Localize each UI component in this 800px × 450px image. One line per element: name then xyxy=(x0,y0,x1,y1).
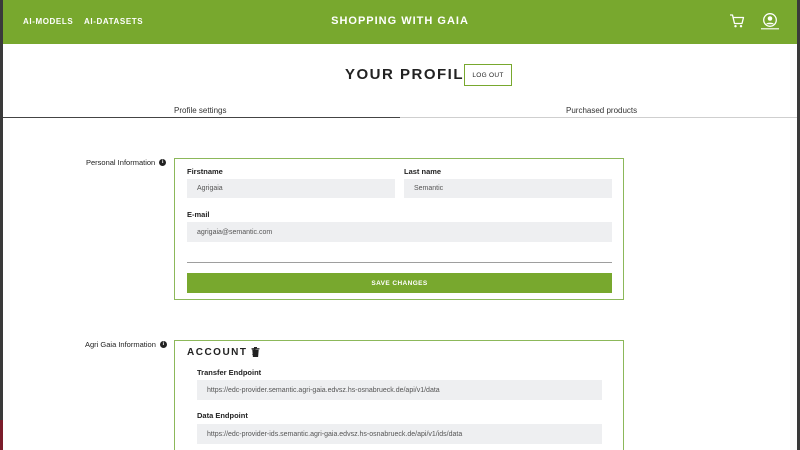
transfer-endpoint-input[interactable]: https://edc-provider.semantic.agri-gaia.… xyxy=(197,380,602,400)
tab-indicator-active xyxy=(3,117,400,118)
email-label: E-mail xyxy=(187,210,210,219)
tab-profile-settings[interactable]: Profile settings xyxy=(174,106,226,115)
trash-icon[interactable] xyxy=(251,347,260,357)
agri-gaia-info-label-text: Agri Gaia Information xyxy=(85,340,156,349)
page-title: YOUR PROFILE xyxy=(345,66,476,83)
info-icon[interactable]: i xyxy=(159,341,167,348)
data-endpoint-input[interactable]: https://edc-provider-ids.semantic.agri-g… xyxy=(197,424,602,444)
tab-indicator-inactive xyxy=(400,117,797,118)
data-endpoint-label: Data Endpoint xyxy=(197,411,248,420)
firstname-input[interactable]: Agrigaia xyxy=(187,179,395,198)
form-divider xyxy=(187,262,612,263)
personal-info-panel: Firstname Agrigaia Last name Semantic E-… xyxy=(174,158,624,300)
agri-gaia-info-panel: ACCOUNT 1 Transfer Endpoint https://edc-… xyxy=(174,340,624,450)
nav-ai-models[interactable]: AI-MODELS xyxy=(23,17,73,26)
firstname-label: Firstname xyxy=(187,167,223,176)
logout-button[interactable]: LOG OUT xyxy=(464,64,512,86)
save-changes-button[interactable]: SAVE CHANGES xyxy=(187,273,612,293)
personal-info-label: Personal Information i xyxy=(86,158,167,167)
info-icon[interactable]: i xyxy=(159,159,167,166)
account-title: ACCOUNT 1 xyxy=(187,347,259,358)
personal-info-label-text: Personal Information xyxy=(86,158,156,167)
cart-icon[interactable] xyxy=(729,13,745,29)
email-input[interactable]: agrigaia@semantic.com xyxy=(187,222,612,242)
agri-gaia-info-label: Agri Gaia Information i xyxy=(85,340,167,349)
account-icon[interactable] xyxy=(760,12,780,30)
top-navbar: AI-MODELS AI-DATASETS SHOPPING WITH GAIA xyxy=(3,0,797,44)
app-window: AI-MODELS AI-DATASETS SHOPPING WITH GAIA… xyxy=(3,0,797,450)
transfer-endpoint-label: Transfer Endpoint xyxy=(197,368,262,377)
tab-purchased-products[interactable]: Purchased products xyxy=(566,106,637,115)
lastname-input[interactable]: Semantic xyxy=(404,179,612,198)
nav-ai-datasets[interactable]: AI-DATASETS xyxy=(84,17,143,26)
lastname-label: Last name xyxy=(404,167,442,176)
